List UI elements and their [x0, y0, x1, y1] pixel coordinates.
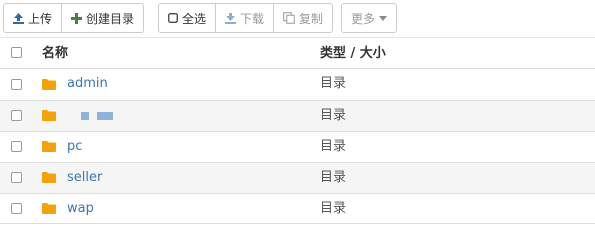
upload-icon — [13, 12, 24, 24]
table-row: pc 目录 — [0, 131, 595, 162]
row-checkbox[interactable] — [11, 172, 22, 183]
select-all-label: 全选 — [182, 11, 207, 26]
type-cell: 目录 — [320, 139, 347, 154]
folder-name-link[interactable]: pc — [67, 132, 82, 162]
folder-icon — [42, 141, 56, 152]
type-cell: 目录 — [320, 201, 347, 216]
table-row: 目录 — [0, 100, 595, 131]
copy-button[interactable]: 复制 — [274, 3, 334, 33]
selection-actions-group: 全选 下载 复制 — [158, 3, 334, 33]
plus-icon — [71, 12, 83, 24]
table-row: wap 目录 — [0, 193, 595, 224]
upload-button[interactable]: 上传 — [3, 3, 63, 33]
folder-icon — [42, 172, 56, 183]
row-checkbox[interactable] — [11, 141, 22, 152]
type-cell: 目录 — [320, 76, 347, 91]
copy-icon — [283, 12, 295, 24]
download-icon — [225, 12, 237, 24]
redacted-name-block — [81, 112, 89, 120]
type-cell: 目录 — [320, 108, 347, 123]
upload-label: 上传 — [28, 11, 53, 26]
row-checkbox[interactable] — [11, 110, 22, 121]
folder-name-link[interactable]: wap — [67, 194, 94, 224]
create-directory-label: 创建目录 — [86, 11, 135, 26]
more-dropdown-button[interactable]: 更多 — [341, 3, 398, 33]
folder-icon — [42, 110, 56, 121]
row-checkbox[interactable] — [11, 202, 22, 214]
select-all-button[interactable]: 全选 — [158, 3, 217, 33]
folder-name-link[interactable]: admin — [67, 69, 108, 99]
square-icon — [168, 13, 178, 23]
table-row: admin 目录 — [0, 69, 595, 100]
file-manager: 上传 创建目录 全选 下载 复制 更多 名称 类型 / 大小 admin 目录 … — [0, 0, 595, 226]
download-button[interactable]: 下载 — [216, 3, 275, 33]
copy-label: 复制 — [299, 11, 324, 26]
row-checkbox[interactable] — [11, 78, 22, 90]
select-all-checkbox[interactable] — [11, 47, 22, 58]
table-row: seller 目录 — [0, 162, 595, 193]
file-table: 名称 类型 / 大小 admin 目录 目录 pc 目录 seller 目录 w… — [0, 37, 595, 224]
folder-icon — [42, 78, 56, 90]
folder-name-link[interactable]: seller — [67, 163, 102, 193]
column-header-type: 类型 / 大小 — [320, 46, 386, 61]
type-cell: 目录 — [320, 170, 347, 185]
toolbar: 上传 创建目录 全选 下载 复制 更多 — [0, 0, 595, 36]
folder-icon — [42, 202, 56, 214]
caret-down-icon — [379, 15, 388, 21]
redacted-name-block — [97, 112, 113, 120]
create-directory-button[interactable]: 创建目录 — [62, 3, 145, 33]
more-label: 更多 — [351, 11, 376, 26]
table-header: 名称 类型 / 大小 — [0, 37, 595, 69]
upload-create-group: 上传 创建目录 — [3, 3, 145, 33]
more-group: 更多 — [341, 3, 398, 33]
download-label: 下载 — [240, 11, 265, 26]
column-header-name: 名称 — [42, 46, 69, 61]
